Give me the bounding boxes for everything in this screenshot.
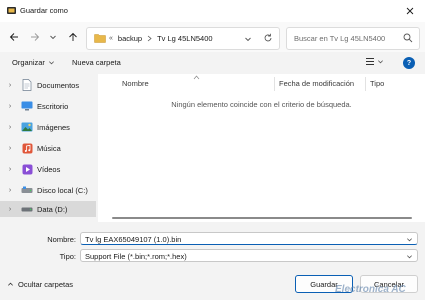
organize-label: Organizar: [12, 58, 45, 67]
breadcrumb-overflow[interactable]: «: [109, 35, 113, 42]
chevron-down-icon: [378, 60, 383, 64]
address-history-chevron-icon[interactable]: [244, 35, 252, 43]
expand-chevron-icon[interactable]: ›: [0, 187, 20, 194]
videos-icon: [20, 163, 34, 175]
empty-state-message: Ningún elemento coincide con el criterio…: [171, 100, 352, 109]
forward-button[interactable]: [29, 30, 41, 44]
sidebar-item-escritorio[interactable]: › Escritorio: [0, 98, 96, 114]
recent-locations-button[interactable]: [47, 30, 59, 44]
search-placeholder: Buscar en Tv Lg 45LN5400: [294, 34, 386, 43]
documents-icon: [20, 79, 34, 91]
sidebar-item-imagenes[interactable]: › Imágenes: [0, 119, 96, 135]
pictures-icon: [20, 121, 34, 133]
chevron-up-icon: [8, 282, 13, 286]
watermark: Electronica AC: [335, 284, 406, 295]
new-folder-button[interactable]: Nueva carpeta: [72, 58, 121, 67]
sidebar-item-label: Disco local (C:): [37, 185, 88, 195]
column-divider[interactable]: [365, 77, 366, 91]
chevron-down-icon: [50, 35, 56, 40]
search-icon: [403, 33, 413, 43]
back-button[interactable]: [8, 30, 20, 44]
close-button[interactable]: [400, 3, 420, 19]
chevron-down-icon[interactable]: [406, 236, 413, 243]
desktop-icon: [20, 100, 34, 112]
breadcrumb-item-backup[interactable]: backup: [118, 34, 142, 43]
file-name-value: Tv lg EAX65049107 (1.0).bin: [85, 235, 182, 244]
chevron-right-icon: [147, 35, 152, 42]
sidebar-item-videos[interactable]: › Vídeos: [0, 161, 96, 177]
sidebar-item-label: Documentos: [37, 80, 80, 90]
music-icon: [20, 142, 34, 154]
file-list: Nombre Fecha de modificación Tipo Ningún…: [98, 74, 425, 222]
address-bar[interactable]: « backup Tv Lg 45LN5400: [86, 27, 280, 50]
sidebar-item-label: Música: [37, 143, 61, 153]
column-header-modified[interactable]: Fecha de modificación: [279, 79, 354, 88]
sidebar-item-data-d[interactable]: › Data (D:): [0, 201, 96, 217]
horizontal-scrollbar[interactable]: [112, 217, 412, 219]
sidebar-item-label: Data (D:): [37, 204, 68, 214]
file-type-select[interactable]: Support File (*.bin;*.rom;*.hex): [80, 249, 418, 262]
arrow-right-icon: [31, 33, 40, 41]
local-disk-icon: [20, 184, 34, 196]
expand-chevron-icon[interactable]: ›: [0, 124, 20, 131]
breadcrumb: « backup Tv Lg 45LN5400: [109, 34, 213, 43]
expand-chevron-icon[interactable]: ›: [0, 103, 20, 110]
search-input[interactable]: Buscar en Tv Lg 45LN5400: [286, 27, 420, 50]
hide-folders-label: Ocultar carpetas: [18, 280, 74, 289]
expand-chevron-icon[interactable]: ›: [0, 145, 20, 152]
file-name-label: Nombre:: [47, 235, 76, 244]
sidebar-item-label: Vídeos: [37, 164, 61, 174]
new-folder-label: Nueva carpeta: [72, 58, 121, 67]
window-title: Guardar como: [20, 6, 68, 15]
organize-button[interactable]: Organizar: [12, 58, 55, 67]
sidebar-item-documentos[interactable]: › Documentos: [0, 77, 96, 93]
file-type-label: Tipo:: [59, 252, 76, 261]
change-view-button[interactable]: [365, 57, 384, 66]
expand-chevron-icon[interactable]: ›: [0, 206, 20, 213]
sidebar-item-label: Escritorio: [37, 101, 69, 111]
chevron-down-icon: [407, 255, 412, 259]
refresh-icon[interactable]: [263, 33, 273, 43]
chevron-down-icon: [48, 61, 54, 65]
navigation-pane: › Documentos › Escritorio › Imágenes › M…: [0, 74, 98, 222]
list-view-icon: [366, 58, 374, 65]
column-divider[interactable]: [274, 77, 275, 91]
app-icon: [7, 7, 16, 14]
title-bar: Guardar como: [0, 0, 425, 22]
arrow-up-icon: [69, 32, 77, 41]
breadcrumb-item-current[interactable]: Tv Lg 45LN5400: [157, 34, 212, 43]
folder-icon: [94, 34, 106, 43]
sidebar-item-label: Imágenes: [37, 122, 70, 132]
sort-ascending-icon: [193, 75, 200, 80]
file-type-value: Support File (*.bin;*.rom;*.hex): [85, 252, 187, 261]
command-bar: Organizar Nueva carpeta ?: [0, 52, 425, 74]
hide-folders-toggle[interactable]: Ocultar carpetas: [7, 280, 73, 289]
arrow-left-icon: [9, 33, 18, 41]
sidebar-item-musica[interactable]: › Música: [0, 140, 96, 156]
sidebar-item-disco-local-c[interactable]: › Disco local (C:): [0, 182, 96, 198]
expand-chevron-icon[interactable]: ›: [0, 82, 20, 89]
help-button[interactable]: ?: [403, 57, 415, 69]
drive-icon: [20, 203, 34, 215]
file-name-input[interactable]: Tv lg EAX65049107 (1.0).bin: [80, 232, 418, 245]
column-header-type[interactable]: Tipo: [370, 79, 384, 88]
up-button[interactable]: [67, 30, 79, 44]
expand-chevron-icon[interactable]: ›: [0, 166, 20, 173]
column-header-name[interactable]: Nombre: [122, 79, 149, 88]
navigation-bar: « backup Tv Lg 45LN5400 Buscar en Tv Lg …: [0, 22, 425, 52]
close-icon: [406, 7, 414, 15]
